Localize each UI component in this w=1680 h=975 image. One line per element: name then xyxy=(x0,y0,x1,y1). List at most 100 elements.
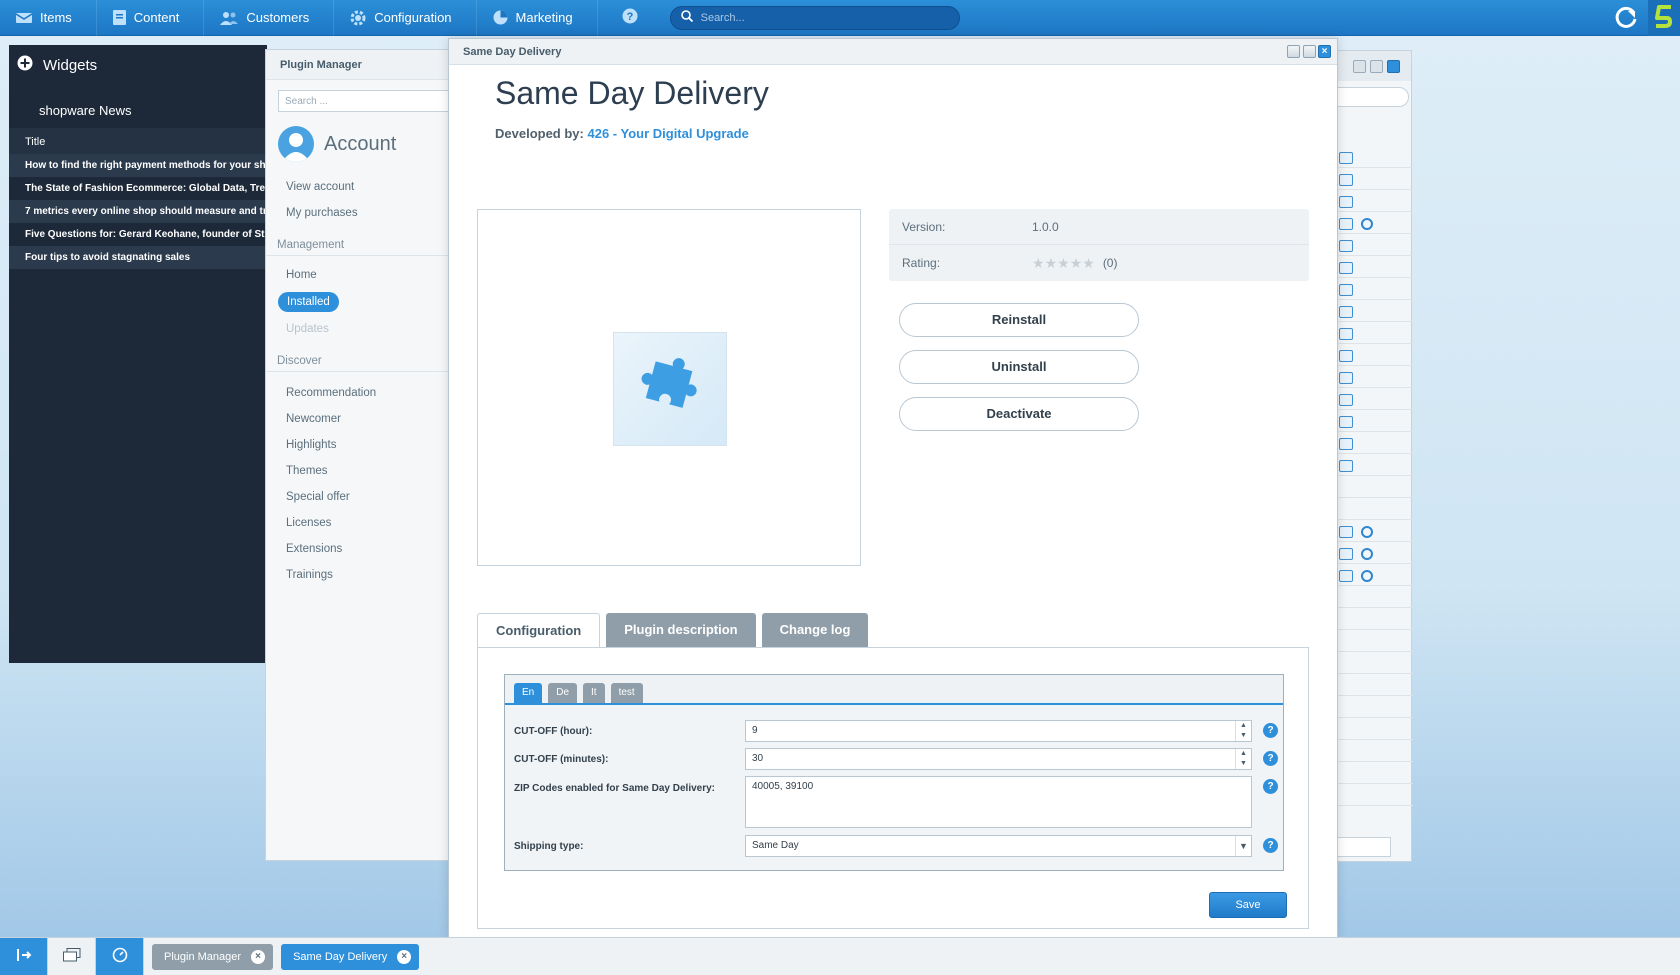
help-icon[interactable]: ? xyxy=(1263,723,1278,738)
zip-codes-textarea[interactable]: 40005, 39100 xyxy=(745,776,1252,828)
news-item[interactable]: Five Questions for: Gerard Keohane, foun… xyxy=(9,223,267,246)
star-icon: ★ xyxy=(1032,255,1045,271)
close-icon[interactable]: × xyxy=(397,949,412,964)
edit-icon[interactable] xyxy=(1339,284,1353,296)
add-widget-icon[interactable] xyxy=(17,55,33,75)
configuration-form: En De It test CUT-OFF (hour): 9 ▲ ▼ ? CUT… xyxy=(504,674,1284,871)
management-section-label: Management xyxy=(266,234,449,256)
reinstall-button[interactable]: Reinstall xyxy=(899,303,1139,337)
top-menu-bar: Items Content Customers Configuration Ma… xyxy=(0,0,1680,36)
maximize-icon[interactable] xyxy=(1303,45,1316,58)
edit-icon[interactable] xyxy=(1339,460,1353,472)
window-title: Same Day Delivery xyxy=(463,46,562,58)
edit-icon[interactable] xyxy=(1339,438,1353,450)
edit-icon[interactable] xyxy=(1339,174,1353,186)
menu-content[interactable]: Content xyxy=(97,0,205,36)
help-icon[interactable]: ? xyxy=(1263,751,1278,766)
help-icon[interactable]: ? xyxy=(1263,779,1278,794)
top-right-area xyxy=(1614,0,1680,36)
nav-special-offer[interactable]: Special offer xyxy=(266,484,449,510)
minimize-icon[interactable] xyxy=(1287,45,1300,58)
task-plugin-manager[interactable]: Plugin Manager × xyxy=(152,943,274,970)
edit-icon[interactable] xyxy=(1339,372,1353,384)
shopware-refresh-icon[interactable] xyxy=(1614,5,1638,32)
news-widget-title: shopware News xyxy=(9,85,267,128)
language-tab-it[interactable]: It xyxy=(583,683,605,703)
nav-extensions[interactable]: Extensions xyxy=(266,536,449,562)
global-search[interactable] xyxy=(669,5,960,30)
window-switch-button[interactable] xyxy=(48,937,96,975)
nav-recommendation[interactable]: Recommendation xyxy=(266,380,449,406)
edit-icon[interactable] xyxy=(1339,218,1353,230)
logout-button[interactable] xyxy=(0,937,48,975)
uninstall-button[interactable]: Uninstall xyxy=(899,350,1139,384)
update-icon[interactable] xyxy=(1361,570,1373,582)
shopware-logo-icon[interactable] xyxy=(1648,0,1680,36)
edit-icon[interactable] xyxy=(1339,350,1353,362)
nav-newcomer[interactable]: Newcomer xyxy=(266,406,449,432)
edit-icon[interactable] xyxy=(1339,394,1353,406)
logout-icon xyxy=(16,947,32,966)
plugin-title: Same Day Delivery xyxy=(495,75,769,111)
edit-icon[interactable] xyxy=(1339,328,1353,340)
news-item[interactable]: 7 metrics every online shop should measu… xyxy=(9,200,267,223)
help-button[interactable]: ? xyxy=(598,0,662,36)
minimize-icon[interactable] xyxy=(1353,60,1366,73)
tab-configuration[interactable]: Configuration xyxy=(477,613,601,648)
menu-marketing[interactable]: Marketing xyxy=(477,0,598,36)
menu-customers[interactable]: Customers xyxy=(204,0,335,36)
update-icon[interactable] xyxy=(1361,548,1373,560)
deactivate-button[interactable]: Deactivate xyxy=(899,397,1139,431)
tab-plugin-description[interactable]: Plugin description xyxy=(606,613,756,647)
news-item[interactable]: The State of Fashion Ecommerce: Global D… xyxy=(9,177,267,200)
help-icon[interactable]: ? xyxy=(1263,838,1278,853)
close-icon[interactable] xyxy=(1387,60,1400,73)
developer-link[interactable]: 426 - Your Digital Upgrade xyxy=(587,126,748,141)
close-icon[interactable]: × xyxy=(251,949,266,964)
nav-home[interactable]: Home xyxy=(266,262,449,288)
language-tab-en[interactable]: En xyxy=(514,683,543,703)
update-icon[interactable] xyxy=(1361,526,1373,538)
menu-configuration[interactable]: Configuration xyxy=(334,0,477,36)
star-icon: ★ xyxy=(1057,255,1070,271)
cutoff-minutes-field[interactable]: 30 ▲ ▼ xyxy=(745,748,1252,770)
search-input[interactable] xyxy=(700,11,941,24)
news-item[interactable]: How to find the right payment methods fo… xyxy=(9,154,267,177)
language-tab-de[interactable]: De xyxy=(548,683,578,703)
save-button[interactable]: Save xyxy=(1209,892,1287,918)
tab-change-log[interactable]: Change log xyxy=(761,613,869,647)
chevron-down-icon[interactable]: ▼ xyxy=(1235,836,1251,856)
edit-icon[interactable] xyxy=(1339,262,1353,274)
news-item[interactable]: Four tips to avoid stagnating sales xyxy=(9,246,267,269)
cutoff-hour-field[interactable]: 9 ▲ ▼ xyxy=(745,720,1252,742)
edit-icon[interactable] xyxy=(1339,416,1353,428)
nav-trainings[interactable]: Trainings xyxy=(266,562,449,588)
plugin-manager-search[interactable]: Search ... xyxy=(278,90,453,112)
edit-icon[interactable] xyxy=(1339,526,1353,538)
nav-my-purchases[interactable]: My purchases xyxy=(266,200,449,226)
update-icon[interactable] xyxy=(1361,218,1373,230)
edit-icon[interactable] xyxy=(1339,196,1353,208)
customers-icon xyxy=(220,11,239,25)
nav-highlights[interactable]: Highlights xyxy=(266,432,449,458)
nav-themes[interactable]: Themes xyxy=(266,458,449,484)
shipping-type-select[interactable]: Same Day ▼ xyxy=(745,835,1252,857)
number-stepper-icon[interactable]: ▲ ▼ xyxy=(1235,749,1251,769)
nav-installed[interactable]: Installed xyxy=(278,292,339,312)
number-stepper-icon[interactable]: ▲ ▼ xyxy=(1235,721,1251,741)
close-icon[interactable]: × xyxy=(1318,45,1331,58)
nav-licenses[interactable]: Licenses xyxy=(266,510,449,536)
dashboard-button[interactable] xyxy=(96,937,144,975)
maximize-icon[interactable] xyxy=(1370,60,1383,73)
edit-icon[interactable] xyxy=(1339,570,1353,582)
menu-items[interactable]: Items xyxy=(0,0,97,36)
language-tab-test[interactable]: test xyxy=(610,683,643,703)
task-same-day-delivery[interactable]: Same Day Delivery × xyxy=(281,943,420,970)
edit-icon[interactable] xyxy=(1339,240,1353,252)
edit-icon[interactable] xyxy=(1339,152,1353,164)
version-row: Version: 1.0.0 xyxy=(889,209,1309,245)
edit-icon[interactable] xyxy=(1339,548,1353,560)
edit-icon[interactable] xyxy=(1339,306,1353,318)
items-icon xyxy=(16,12,32,24)
nav-view-account[interactable]: View account xyxy=(266,174,449,200)
